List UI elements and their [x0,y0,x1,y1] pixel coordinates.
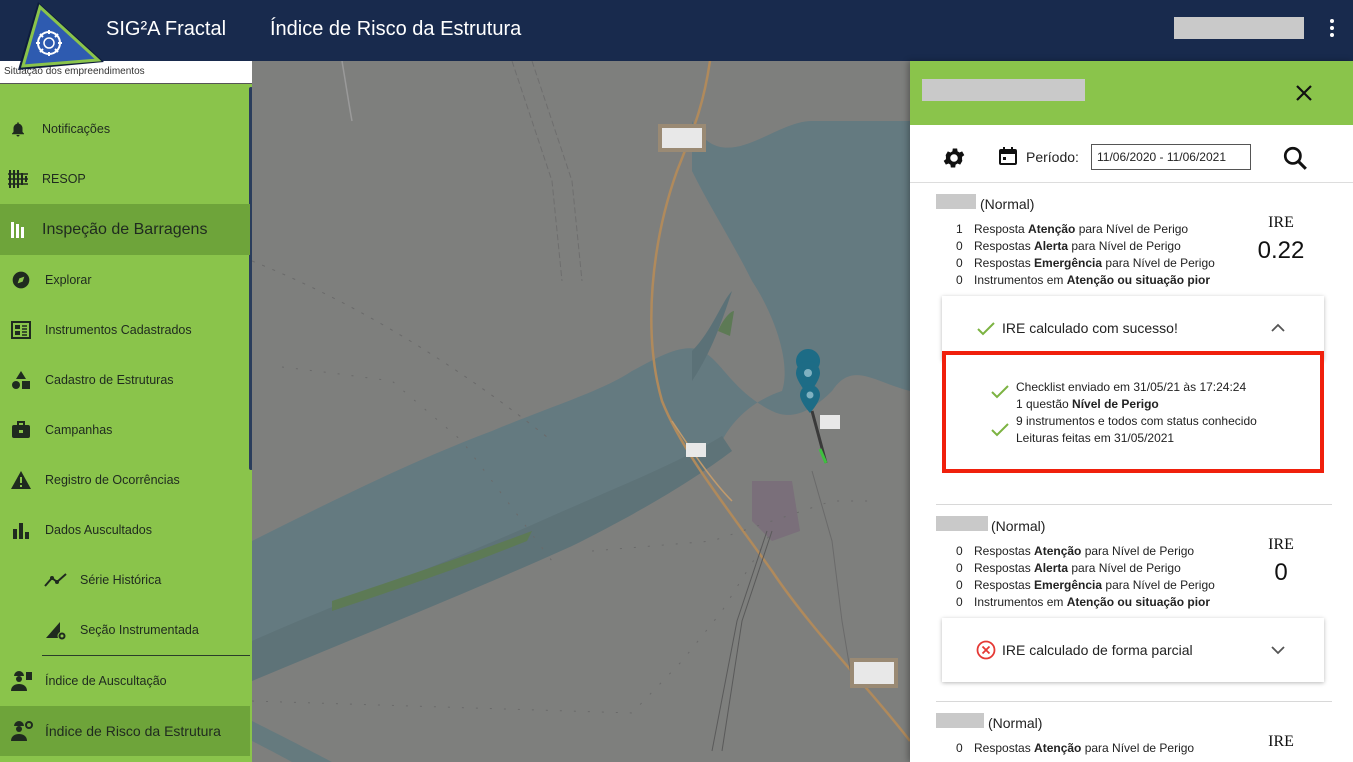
sidebar-item-cadastro-estruturas[interactable]: Cadastro de Estruturas [0,355,250,405]
stat-row: 0 Respostas Atenção para Nível de Perigo [956,544,1195,558]
stat-row: 0 Respostas Alerta para Nível de Perigo [956,239,1181,253]
instrument-status-text: 9 instrumentos e todos com status conhec… [1016,414,1257,428]
stat-row: 1 Resposta Atenção para Nível de Perigo [956,222,1189,236]
bar-chart-icon [9,518,33,542]
sidebar-item-label: RESOP [42,172,86,186]
sidebar-item-indice-risco[interactable]: Índice de Risco da Estrutura [0,706,250,756]
chevron-up-icon[interactable] [1270,320,1286,336]
sidebar-section-inspecao[interactable]: Inspeção de Barragens [0,204,250,255]
sidebar-item-resop[interactable]: RESOP [0,154,250,204]
dam-icon [6,218,30,242]
engineer-icon [9,669,33,693]
sidebar-item-explorar[interactable]: Explorar [0,255,250,305]
bell-icon [6,117,30,141]
stat-row: 0 Respostas Alerta para Nível de Perigo [956,561,1181,575]
calendar-icon [999,147,1017,165]
sidebar-item-indice-auscultacao[interactable]: Índice de Auscultação [0,656,250,706]
user-name-redacted[interactable] [1174,17,1304,39]
stat-row: 0 Instrumentos em Atenção ou situação pio… [956,273,1211,287]
structure-name-redacted [936,713,984,728]
sidebar-item-label: Cadastro de Estruturas [45,373,174,387]
structure-status: (Normal) [980,196,1035,212]
stat-row: 0 Respostas Emergência para Nível de Peri… [956,578,1215,592]
warning-icon [9,468,33,492]
panel-title-redacted [922,79,1085,101]
structure-name-redacted [936,194,976,209]
app-name: SIG²A Fractal [106,18,227,40]
structure-status: (Normal) [991,518,1046,534]
settings-gear-icon[interactable] [941,145,967,171]
ire-value: 0 [1274,559,1288,586]
sidebar-item-notificacoes[interactable]: Notificações [0,104,250,154]
sidebar-item-campanhas[interactable]: Campanhas [0,405,250,455]
ire-label: IRE [1268,214,1294,231]
more-menu-icon[interactable] [1322,16,1342,44]
structure-name-redacted [936,516,988,531]
sidebar: Situação dos empreendimentos Notificaçõe… [0,61,253,762]
check-icon [977,322,995,336]
sidebar-item-registro-ocorrencias[interactable]: Registro de Ocorrências [0,455,250,505]
sidebar-item-dados-auscultados[interactable]: Dados Auscultados [0,505,250,555]
map-view[interactable] [252,61,910,762]
sidebar-item-label: Explorar [45,273,92,287]
sidebar-item-label: Índice de Risco da Estrutura [45,723,221,739]
engineer-gear-icon [9,719,33,743]
trend-icon [44,568,68,592]
accordion-title: IRE calculado de forma parcial [1002,642,1193,658]
top-app-bar: SIG²A Fractal Índice de Risco da Estrutu… [0,0,1353,61]
chevron-down-icon[interactable] [1270,642,1286,658]
search-icon[interactable] [1282,145,1308,171]
sidebar-item-serie-historica[interactable]: Série Histórica [0,555,250,605]
structure-card: (Normal) 0 Respostas Atenção para Nível d… [936,516,1332,706]
ire-label: IRE [1268,733,1294,750]
sidebar-item-label: Dados Auscultados [45,523,153,537]
stat-row: 0 Instrumentos em Atenção ou situação pio… [956,595,1211,609]
ire-label: IRE [1268,536,1294,553]
page-title: Índice de Risco da Estrutura [270,18,522,40]
compass-icon [9,268,33,292]
panel-header [910,61,1353,125]
sidebar-item-label: Seção Instrumentada [80,623,199,637]
instruments-icon [9,318,33,342]
stat-row: 0 Respostas Atenção para Nível de Perigo [956,741,1195,755]
app-logo[interactable] [18,2,104,70]
panel-toolbar: Período: [910,125,1353,183]
structure-card: (Normal) 0 Respostas Atenção para Nível d… [936,713,1332,762]
sidebar-item-label: Índice de Auscultação [45,674,167,688]
shapes-icon [9,368,33,392]
resop-icon [6,167,30,191]
ire-accordion-partial[interactable]: IRE calculado de forma parcial [942,618,1324,682]
check-icon [991,385,1009,399]
map-canvas[interactable] [252,61,910,762]
stat-row: 0 Respostas Emergência para Nível de Peri… [956,256,1215,270]
question-count-text: 1 questão Nível de Perigo [1016,397,1159,411]
sidebar-item-instrumentos[interactable]: Instrumentos Cadastrados [0,305,250,355]
ire-details-highlight: Checklist enviado em 31/05/21 às 17:24:2… [942,351,1324,473]
structure-card: (Normal) 1 Resposta Atenção para Nível de… [936,194,1332,514]
card-divider [936,701,1332,702]
error-circle-icon [976,640,996,660]
ire-value: 0.22 [1257,237,1305,264]
close-icon[interactable] [1294,83,1314,103]
card-divider [936,504,1332,505]
sidebar-item-label: Notificações [42,122,111,136]
checklist-sent-text: Checklist enviado em 31/05/21 às 17:24:2… [1016,380,1247,394]
sidebar-item-label: Série Histórica [80,573,162,587]
structure-status: (Normal) [988,715,1043,731]
briefcase-icon [9,418,33,442]
check-icon [991,423,1009,437]
sidebar-item-label: Instrumentos Cadastrados [45,323,192,337]
sidebar-item-label: Campanhas [45,423,113,437]
section-gear-icon [44,618,68,642]
period-date-range-input[interactable] [1091,144,1251,170]
accordion-title: IRE calculado com sucesso! [1002,320,1178,336]
sidebar-item-label: Inspeção de Barragens [42,220,208,238]
risk-index-panel: Período: (Normal) 1Resposta Atenção para… [910,61,1353,762]
period-label: Período: [1026,149,1079,165]
sidebar-item-label: Registro de Ocorrências [45,473,180,487]
readings-date-text: Leituras feitas em 31/05/2021 [1016,431,1175,445]
sidebar-item-secao-instrumentada[interactable]: Seção Instrumentada [0,605,250,655]
